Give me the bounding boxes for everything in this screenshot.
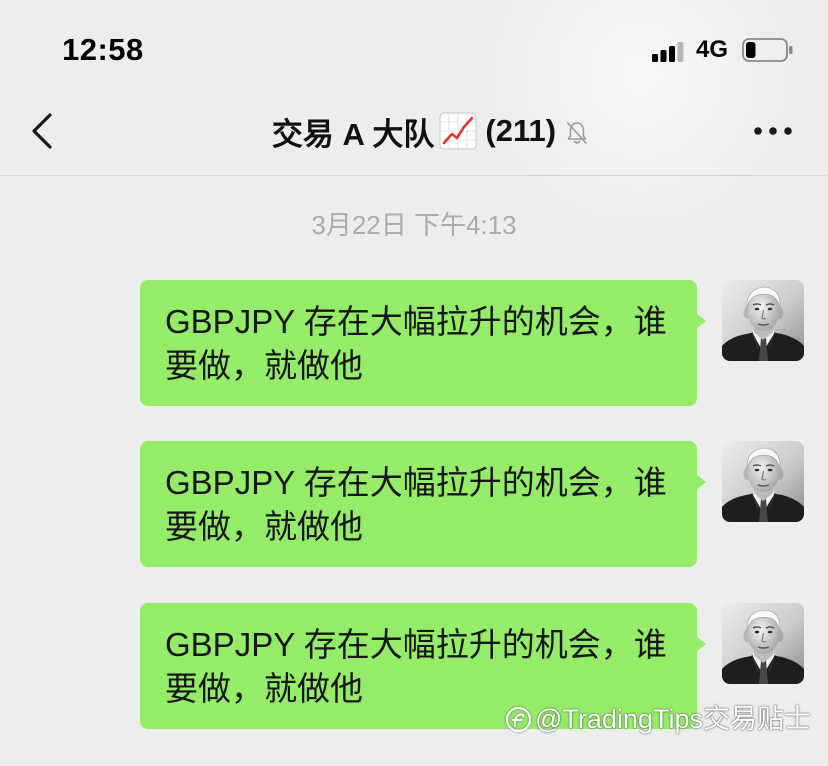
signal-bar <box>669 46 675 62</box>
signal-bar <box>660 50 667 62</box>
watermark-logo-icon <box>505 706 532 733</box>
avatar[interactable] <box>722 603 804 684</box>
wechat-group-chat-screen: 12:58 4G 交易 A 大队 (211) 3月22日 下午4:13 GBPJ… <box>0 0 828 766</box>
battery-level-fill <box>746 42 756 58</box>
bell-slash-icon <box>564 118 590 144</box>
message-row: GBPJPY 存在大幅拉升的机会，谁要做，就做他 <box>0 441 828 571</box>
nav-bar: 交易 A 大队 (211) <box>0 88 828 176</box>
group-name: 交易 A 大队 <box>271 116 435 152</box>
message-text: GBPJPY 存在大幅拉升的机会，谁要做，就做他 <box>165 626 667 707</box>
message-text: GBPJPY 存在大幅拉升的机会，谁要做，就做他 <box>165 303 667 384</box>
chart-increasing-icon <box>439 112 477 150</box>
more-button[interactable] <box>752 119 794 143</box>
status-time: 12:58 <box>62 32 144 67</box>
message-bubble[interactable]: GBPJPY 存在大幅拉升的机会，谁要做，就做他 <box>140 441 706 567</box>
avatar[interactable] <box>722 441 804 522</box>
signal-bar <box>677 42 684 62</box>
member-count: (211) <box>485 113 557 148</box>
message-list[interactable]: 3月22日 下午4:13 GBPJPY 存在大幅拉升的机会，谁要做，就做他 GB… <box>0 176 828 766</box>
message-text: GBPJPY 存在大幅拉升的机会，谁要做，就做他 <box>165 464 667 545</box>
watermark: @TradingTips交易贴士 <box>505 702 811 736</box>
chat-title: 交易 A 大队 (211) <box>271 110 587 152</box>
chevron-left-icon <box>32 113 52 149</box>
battery-icon <box>742 38 794 62</box>
network-type: 4G <box>696 36 729 63</box>
cellular-signal-icon <box>652 40 684 62</box>
message-row: GBPJPY 存在大幅拉升的机会，谁要做，就做他 <box>0 280 828 410</box>
message-timestamp: 3月22日 下午4:13 <box>311 210 517 240</box>
back-button[interactable] <box>28 111 58 151</box>
watermark-text: @TradingTips交易贴士 <box>535 704 811 734</box>
avatar[interactable] <box>722 280 804 361</box>
message-bubble[interactable]: GBPJPY 存在大幅拉升的机会，谁要做，就做他 <box>140 280 706 406</box>
more-dots-icon <box>754 127 792 135</box>
signal-bar <box>652 54 658 62</box>
